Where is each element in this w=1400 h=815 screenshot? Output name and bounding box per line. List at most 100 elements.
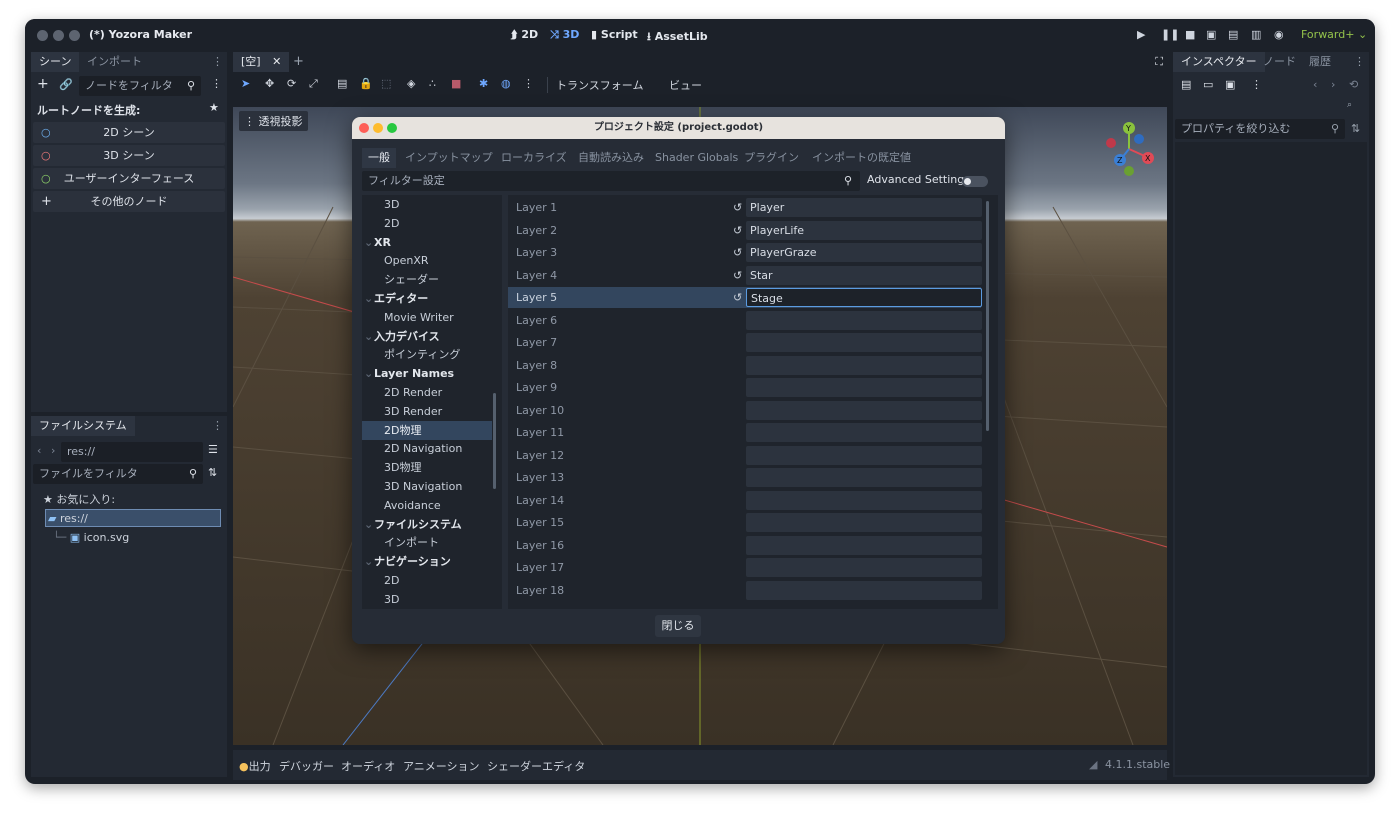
- play-icon[interactable]: ▶: [1137, 28, 1145, 41]
- axis-gizmo[interactable]: Y X Z: [1101, 121, 1157, 177]
- new-resource-icon[interactable]: ▤: [1181, 78, 1191, 91]
- layer-name-field[interactable]: PlayerGraze: [746, 243, 982, 262]
- layer-name-field[interactable]: [746, 423, 982, 442]
- move-tool-icon[interactable]: ✥: [265, 77, 274, 90]
- layer-name-field[interactable]: [746, 490, 982, 510]
- lock-icon[interactable]: 🔒: [359, 77, 373, 90]
- layer-row[interactable]: Layer 6: [508, 310, 982, 331]
- pause-icon[interactable]: ❚❚: [1161, 28, 1179, 41]
- perspective-button[interactable]: ⋮ 透視投影: [239, 111, 308, 131]
- inspector-menu-icon[interactable]: ⋮: [1354, 55, 1365, 68]
- tree-item[interactable]: ⌄ ファイルシステム: [362, 515, 492, 534]
- layer-name-field[interactable]: [746, 310, 982, 330]
- revert-icon[interactable]: ↺: [733, 242, 742, 263]
- layer-row[interactable]: Layer 17: [508, 557, 982, 578]
- sort-icon[interactable]: ⇅: [208, 466, 217, 479]
- tab-localization[interactable]: ローカライズ: [501, 148, 567, 168]
- layer-name-field[interactable]: Stage: [746, 288, 982, 307]
- environment-icon[interactable]: ◍: [501, 77, 511, 90]
- layer-name-field[interactable]: [746, 355, 982, 375]
- group-icon[interactable]: ⬚: [381, 77, 391, 90]
- tree-item[interactable]: 3D: [362, 195, 492, 214]
- layer-row[interactable]: Layer 1 ↺ Player: [508, 197, 982, 218]
- tree-item[interactable]: Avoidance: [362, 496, 492, 515]
- tree-item[interactable]: 3D Render: [362, 402, 492, 421]
- property-filter-input[interactable]: プロパティを絞り込む ⚲: [1175, 119, 1345, 139]
- doc-icon[interactable]: ⌕: [1347, 100, 1352, 110]
- local-space-icon[interactable]: ◈: [407, 77, 415, 90]
- list-select-icon[interactable]: ▤: [337, 77, 347, 90]
- tab-inspector[interactable]: インスペクター: [1173, 52, 1265, 72]
- create-ui-scene-button[interactable]: ○ ユーザーインターフェース: [33, 168, 225, 189]
- more-options-icon[interactable]: ⋮: [523, 77, 534, 90]
- close-tab-icon[interactable]: ✕: [272, 55, 281, 68]
- tree-item[interactable]: 2D Render: [362, 383, 492, 402]
- scale-tool-icon[interactable]: ⤢: [309, 77, 318, 91]
- layer-row[interactable]: Layer 9: [508, 377, 982, 398]
- layer-row[interactable]: Layer 18: [508, 580, 982, 601]
- tree-item[interactable]: 2D物理: [362, 420, 492, 440]
- tree-item[interactable]: ⌄ XR: [362, 233, 492, 252]
- tree-item[interactable]: ⌄ ナビゲーション: [362, 552, 492, 571]
- node-filter-input[interactable]: ノードをフィルタ ⚲: [79, 76, 201, 96]
- resource-menu-icon[interactable]: ⋮: [1251, 78, 1262, 91]
- tab-filesystem[interactable]: ファイルシステム: [31, 416, 135, 436]
- tab-history[interactable]: 履歴: [1301, 52, 1339, 72]
- favorites-row[interactable]: ★ お気に入り:: [43, 489, 115, 511]
- layer-name-field[interactable]: [746, 445, 982, 465]
- tree-item[interactable]: 2D Navigation: [362, 439, 492, 458]
- res-root-row[interactable]: ▰ res://: [45, 509, 221, 527]
- tree-item[interactable]: 3D物理: [362, 458, 492, 477]
- dock-menu-icon[interactable]: ⋮: [212, 55, 223, 68]
- layer-row[interactable]: Layer 12: [508, 445, 982, 466]
- tab-node[interactable]: ノード: [1255, 52, 1304, 72]
- play-scene-icon[interactable]: ▤: [1228, 28, 1238, 41]
- layer-name-field[interactable]: PlayerLife: [746, 220, 982, 240]
- tab-import-defaults[interactable]: インポートの既定値: [812, 148, 911, 168]
- history-back-icon[interactable]: ‹: [1313, 78, 1317, 91]
- add-node-icon[interactable]: +: [37, 76, 49, 92]
- load-resource-icon[interactable]: ▭: [1203, 78, 1213, 91]
- tree-item[interactable]: ⌄ Layer Names: [362, 364, 492, 383]
- snap-icon[interactable]: ∴: [429, 77, 436, 90]
- tree-item[interactable]: Movie Writer: [362, 308, 492, 327]
- layer-row[interactable]: Layer 7: [508, 332, 982, 353]
- save-resource-icon[interactable]: ▣: [1225, 78, 1235, 91]
- layer-row[interactable]: Layer 8: [508, 355, 982, 376]
- renderer-select[interactable]: Forward+ ⌄: [1301, 28, 1367, 41]
- path-field[interactable]: res://: [61, 442, 203, 462]
- layer-name-field[interactable]: [746, 400, 982, 420]
- camera-override-icon[interactable]: ■: [451, 77, 461, 90]
- output-tab[interactable]: ●出力: [239, 758, 271, 774]
- select-tool-icon[interactable]: ➤: [241, 77, 250, 90]
- debugger-tab[interactable]: デバッガー: [279, 758, 334, 774]
- window-close-button[interactable]: [37, 30, 48, 41]
- tree-item[interactable]: 3D Navigation: [362, 477, 492, 496]
- revert-icon[interactable]: ↺: [733, 265, 742, 286]
- layer-row[interactable]: Layer 11: [508, 422, 982, 443]
- file-filter-input[interactable]: ファイルをフィルタ ⚲: [33, 464, 203, 484]
- tree-item[interactable]: OpenXR: [362, 251, 492, 270]
- advanced-settings-toggle[interactable]: [962, 176, 988, 187]
- tree-item[interactable]: インポート: [362, 533, 492, 552]
- audio-tab[interactable]: オーディオ: [341, 758, 395, 774]
- layer-row[interactable]: Layer 4 ↺ Star: [508, 265, 982, 286]
- tab-import[interactable]: インポート: [79, 52, 150, 72]
- layer-name-field[interactable]: [746, 468, 982, 487]
- back-icon[interactable]: ‹: [37, 444, 41, 457]
- tab-scene[interactable]: シーン: [31, 52, 80, 72]
- update-icon[interactable]: ◢: [1089, 758, 1097, 771]
- mode-3d-button[interactable]: ⤨ 3D: [550, 28, 579, 42]
- layer-name-field[interactable]: [746, 580, 982, 600]
- layer-name-field[interactable]: Player: [746, 198, 982, 217]
- layer-row[interactable]: Layer 3 ↺ PlayerGraze: [508, 242, 982, 263]
- layer-row[interactable]: Layer 14: [508, 490, 982, 511]
- create-3d-scene-button[interactable]: ○ 3D シーン: [33, 145, 225, 166]
- layer-row[interactable]: Layer 13: [508, 467, 982, 488]
- layer-name-field[interactable]: [746, 535, 982, 555]
- fs-menu-icon[interactable]: ⋮: [212, 419, 223, 432]
- other-node-button[interactable]: + その他のノード: [33, 191, 225, 212]
- sun-icon[interactable]: ✱: [479, 77, 488, 90]
- tree-item[interactable]: ⌄ 入力デバイス: [362, 327, 492, 346]
- property-sort-icon[interactable]: ⇅: [1351, 122, 1360, 135]
